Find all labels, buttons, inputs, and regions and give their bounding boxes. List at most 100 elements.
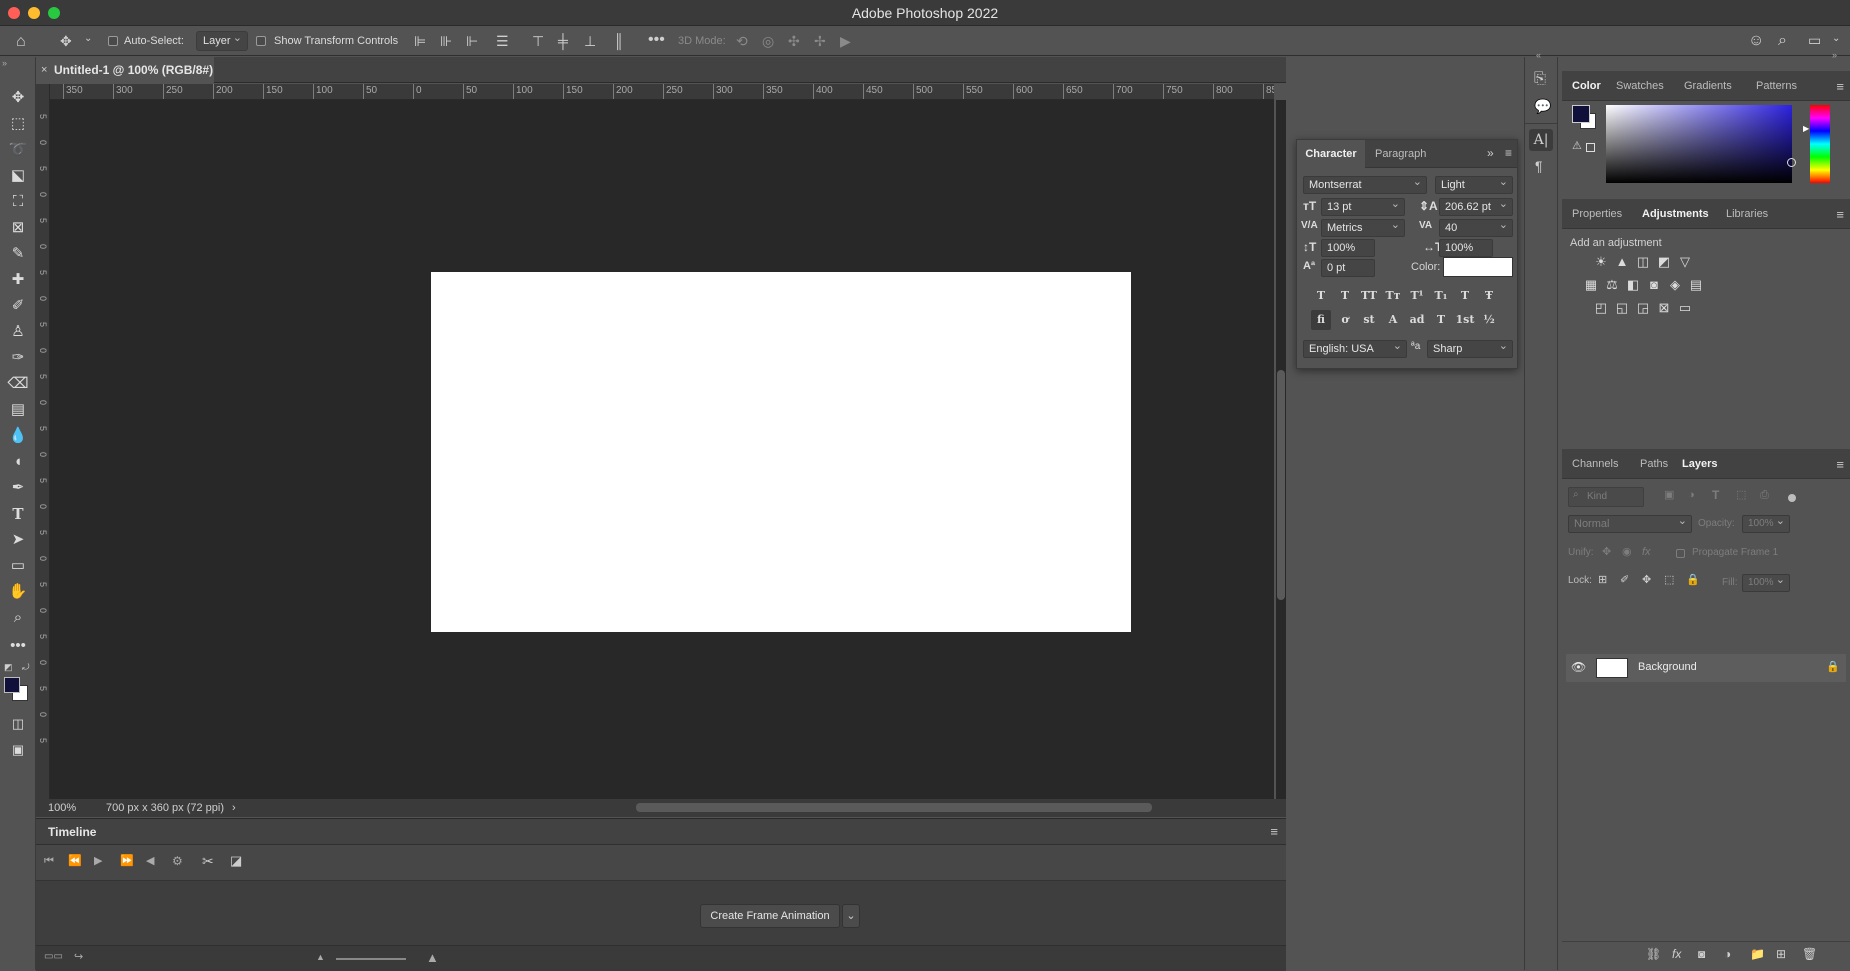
font-size-field[interactable]: 13 pt [1321,196,1405,216]
blend-mode-dropdown[interactable]: Normal [1568,513,1692,533]
align-left-icon[interactable]: ⊫ [414,34,426,48]
character-panel-icon[interactable]: A| [1529,129,1553,151]
opentype-button-1[interactable]: fi [1311,310,1331,330]
3d-orbit-icon[interactable]: ⟲ [736,34,748,48]
filter-type-icon[interactable]: T [1712,489,1719,501]
zoom-tool-icon[interactable]: ⌕ [6,607,30,629]
edit-toolbar-icon[interactable]: ••• [6,635,30,657]
layer-filter-field[interactable]: Kind [1568,487,1644,507]
align-bottom-icon[interactable]: ⊥ [584,34,596,48]
adjustment-icon[interactable]: ◰ [1592,299,1610,317]
transition-icon[interactable]: ◪ [230,854,242,867]
play-icon[interactable]: ▶ [94,856,102,867]
3d-pan-icon[interactable]: ✣ [788,34,800,48]
type-style-button-7[interactable]: T [1455,286,1475,306]
adjustment-icon[interactable]: ▤ [1687,276,1705,294]
fill-field[interactable]: 100% [1742,572,1790,592]
layer-name[interactable]: Background [1638,661,1697,673]
first-frame-icon[interactable]: ⏮ [44,856,54,867]
workspace-icon[interactable]: ▭ [1808,33,1821,47]
baseline-shift-field[interactable]: 0 pt [1321,259,1375,277]
rectangle-tool-icon[interactable]: ▭ [6,555,30,577]
unify-position-icon[interactable]: ✥ [1602,547,1611,558]
propagate-frame-checkbox[interactable] [1676,549,1685,558]
crop-tool-icon[interactable]: ⛶ [6,191,30,213]
leading-field[interactable]: 206.62 pt [1439,196,1513,216]
type-style-button-6[interactable]: T₁ [1431,286,1451,306]
delete-layer-icon[interactable]: 🗑 [1802,948,1817,960]
type-tool-icon[interactable]: T [6,503,30,525]
opentype-button-7[interactable]: 1st [1455,310,1475,330]
color-menu-icon[interactable]: ≡ [1836,79,1844,94]
gradient-tool-icon[interactable]: ▤ [6,399,30,421]
adjustments-menu-icon[interactable]: ≡ [1836,207,1844,222]
lock-transparent-icon[interactable]: ⊞ [1598,575,1607,586]
collapse-panel-icon[interactable]: » [1487,146,1494,160]
color-fg-swatch[interactable] [1572,105,1590,123]
frame-tool-icon[interactable]: ⊠ [6,217,30,239]
home-icon[interactable]: ⌂ [16,34,26,50]
tab-properties[interactable]: Properties [1572,199,1622,229]
timeline-menu-icon[interactable]: ≡ [1270,819,1278,845]
tab-libraries[interactable]: Libraries [1726,199,1768,229]
font-family-field[interactable]: Montserrat [1303,174,1427,194]
collapse-toolbar-icon[interactable]: » [2,59,7,68]
dodge-tool-icon[interactable]: ◖ [6,451,30,473]
pen-tool-icon[interactable]: ✒ [6,477,30,499]
layer-mask-icon[interactable]: ◙ [1698,948,1705,960]
paragraph-panel-icon[interactable]: ¶ [1535,159,1543,173]
unify-visibility-icon[interactable]: ◉ [1622,547,1632,558]
timeline-mode-icon[interactable]: ▭▭ [44,952,63,962]
align-top-icon[interactable]: ⊤ [532,34,544,48]
history-panel-icon[interactable]: ⎘ [1534,71,1546,86]
previous-frame-icon[interactable]: ⏪ [68,856,82,867]
tab-swatches[interactable]: Swatches [1616,71,1664,101]
more-options-icon[interactable]: ••• [648,32,665,48]
object-selection-tool-icon[interactable]: ⬕ [6,165,30,187]
healing-brush-tool-icon[interactable]: ✚ [6,269,30,291]
type-style-button-2[interactable]: T [1335,286,1355,306]
horizontal-scale-field[interactable]: 100% [1439,239,1493,257]
layer-lock-icon[interactable]: 🔒 [1826,660,1840,673]
adjustment-icon[interactable]: ◫ [1634,253,1652,271]
tracking-field[interactable]: 40 [1439,217,1513,237]
color-field[interactable] [1606,105,1792,183]
hue-slider[interactable] [1810,105,1830,183]
filter-shape-icon[interactable]: ⬚ [1736,490,1746,501]
share-icon[interactable]: ☺ [1748,33,1764,49]
filter-adjustment-icon[interactable]: ◑ [1688,490,1695,501]
hue-slider-marker[interactable]: ▶ [1803,124,1809,133]
3d-roll-icon[interactable]: ◎ [762,34,774,48]
lasso-tool-icon[interactable]: ➰ [6,139,30,161]
vertical-scrollbar-thumb[interactable] [1277,370,1285,600]
settings-icon[interactable]: ⚙ [172,855,183,867]
adjustment-icon[interactable]: ⊠ [1655,299,1673,317]
type-style-button-3[interactable]: TT [1359,286,1379,306]
comments-panel-icon[interactable]: 💬 [1534,99,1551,113]
tab-paths[interactable]: Paths [1640,449,1668,479]
align-right-icon[interactable]: ⊩ [466,34,478,48]
brush-tool-icon[interactable]: ✐ [6,295,30,317]
filter-pixel-icon[interactable]: ▣ [1664,490,1674,501]
opacity-field[interactable]: 100% [1742,513,1790,533]
3d-camera-icon[interactable]: ▶ [840,34,851,48]
tab-adjustments[interactable]: Adjustments [1642,199,1709,229]
workspace-chevron-icon[interactable]: ⌄ [1832,34,1840,44]
search-icon[interactable]: ⌕ [1778,33,1787,49]
auto-select-dropdown[interactable]: Layer [196,29,248,51]
blur-tool-icon[interactable]: 💧 [6,425,30,447]
tool-preset-chevron-icon[interactable]: ⌄ [84,34,92,44]
distribute-icon[interactable]: ☰ [496,34,509,48]
close-document-icon[interactable]: × [41,57,47,83]
adjustment-icon[interactable]: ◧ [1624,276,1642,294]
show-transform-checkbox[interactable] [256,36,266,46]
font-style-field[interactable]: Light [1435,174,1513,194]
horizontal-ruler[interactable]: 350 300 250 200 150 100 50 0 50 100 150 200 250 300 35… [50,84,1274,100]
unify-style-icon[interactable]: fx [1642,547,1651,558]
document-tab[interactable]: × Untitled-1 @ 100% (RGB/8#) * [36,57,214,103]
next-frame-icon[interactable]: ⏩ [120,856,134,867]
filter-smart-object-icon[interactable]: ⎙ [1760,490,1769,501]
tab-color[interactable]: Color [1572,71,1601,101]
history-brush-tool-icon[interactable]: ✑ [6,347,30,369]
swap-colors-icon[interactable]: ⤾ [22,663,30,672]
